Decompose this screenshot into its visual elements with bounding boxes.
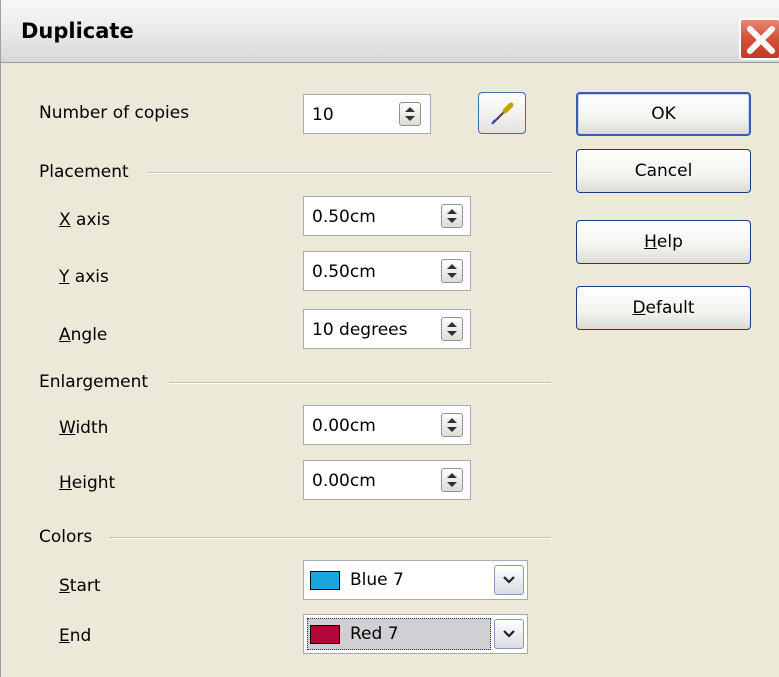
angle-value: 10 degrees bbox=[312, 320, 408, 340]
default-button[interactable]: Default bbox=[576, 286, 751, 330]
height-spin-arrows[interactable] bbox=[441, 468, 463, 492]
spin-arrows-icon bbox=[447, 322, 457, 336]
start-color-select[interactable]: Blue 7 bbox=[303, 560, 528, 600]
x-axis-label: X axis bbox=[59, 210, 111, 230]
chevron-down-icon bbox=[503, 630, 515, 638]
cancel-button[interactable]: Cancel bbox=[576, 149, 751, 193]
x-axis-value: 0.50cm bbox=[312, 207, 376, 227]
ok-button[interactable]: OK bbox=[576, 92, 751, 136]
angle-stepper[interactable]: 10 degrees bbox=[303, 309, 471, 349]
help-button[interactable]: Help bbox=[576, 220, 751, 264]
duplicate-dialog: Duplicate Number of copies 10 Placement … bbox=[0, 0, 779, 677]
x-axis-stepper[interactable]: 0.50cm bbox=[303, 196, 471, 236]
chevron-down-icon bbox=[503, 576, 515, 584]
angle-spin-arrows[interactable] bbox=[441, 317, 463, 341]
end-color-label: End bbox=[59, 626, 92, 646]
copies-spin-arrows[interactable] bbox=[399, 102, 421, 126]
width-value: 0.00cm bbox=[312, 416, 376, 436]
spin-arrows-icon bbox=[447, 473, 457, 487]
width-stepper[interactable]: 0.00cm bbox=[303, 405, 471, 445]
copies-value: 10 bbox=[312, 105, 334, 125]
spin-arrows-icon bbox=[447, 418, 457, 432]
height-stepper[interactable]: 0.00cm bbox=[303, 460, 471, 500]
start-color-dropdown-button[interactable] bbox=[494, 565, 524, 595]
height-label: Height bbox=[59, 473, 116, 493]
select-object-button[interactable] bbox=[478, 92, 526, 134]
spin-arrows-icon bbox=[447, 209, 457, 223]
y-axis-label: Y axis bbox=[59, 267, 109, 287]
end-color-dropdown-button[interactable] bbox=[494, 619, 524, 649]
y-axis-stepper[interactable]: 0.50cm bbox=[303, 251, 471, 291]
spin-arrows-icon bbox=[447, 264, 457, 278]
eyedropper-icon bbox=[491, 102, 514, 125]
copies-label: Number of copies bbox=[39, 103, 190, 123]
spin-arrows-icon bbox=[405, 107, 415, 121]
x-axis-spin-arrows[interactable] bbox=[441, 204, 463, 228]
width-label: Width bbox=[59, 418, 109, 438]
start-color-value: Blue 7 bbox=[350, 570, 404, 590]
height-value: 0.00cm bbox=[312, 471, 376, 491]
close-button[interactable] bbox=[739, 18, 779, 60]
angle-label: Angle bbox=[59, 325, 108, 345]
y-axis-spin-arrows[interactable] bbox=[441, 259, 463, 283]
end-color-value: Red 7 bbox=[350, 624, 399, 644]
end-color-swatch bbox=[310, 625, 340, 644]
start-color-label: Start bbox=[59, 576, 101, 596]
dialog-title: Duplicate bbox=[21, 19, 134, 43]
end-color-select[interactable]: Red 7 bbox=[303, 614, 528, 654]
title-bar: Duplicate bbox=[1, 0, 779, 63]
enlargement-heading: Enlargement bbox=[39, 372, 149, 392]
colors-heading: Colors bbox=[39, 527, 93, 547]
start-color-swatch bbox=[310, 571, 340, 590]
width-spin-arrows[interactable] bbox=[441, 413, 463, 437]
placement-heading: Placement bbox=[39, 162, 129, 182]
close-icon bbox=[747, 26, 775, 54]
colors-separator bbox=[109, 537, 551, 539]
copies-stepper[interactable]: 10 bbox=[303, 94, 431, 134]
y-axis-value: 0.50cm bbox=[312, 262, 376, 282]
placement-separator bbox=[147, 172, 551, 174]
enlargement-separator bbox=[169, 382, 551, 384]
